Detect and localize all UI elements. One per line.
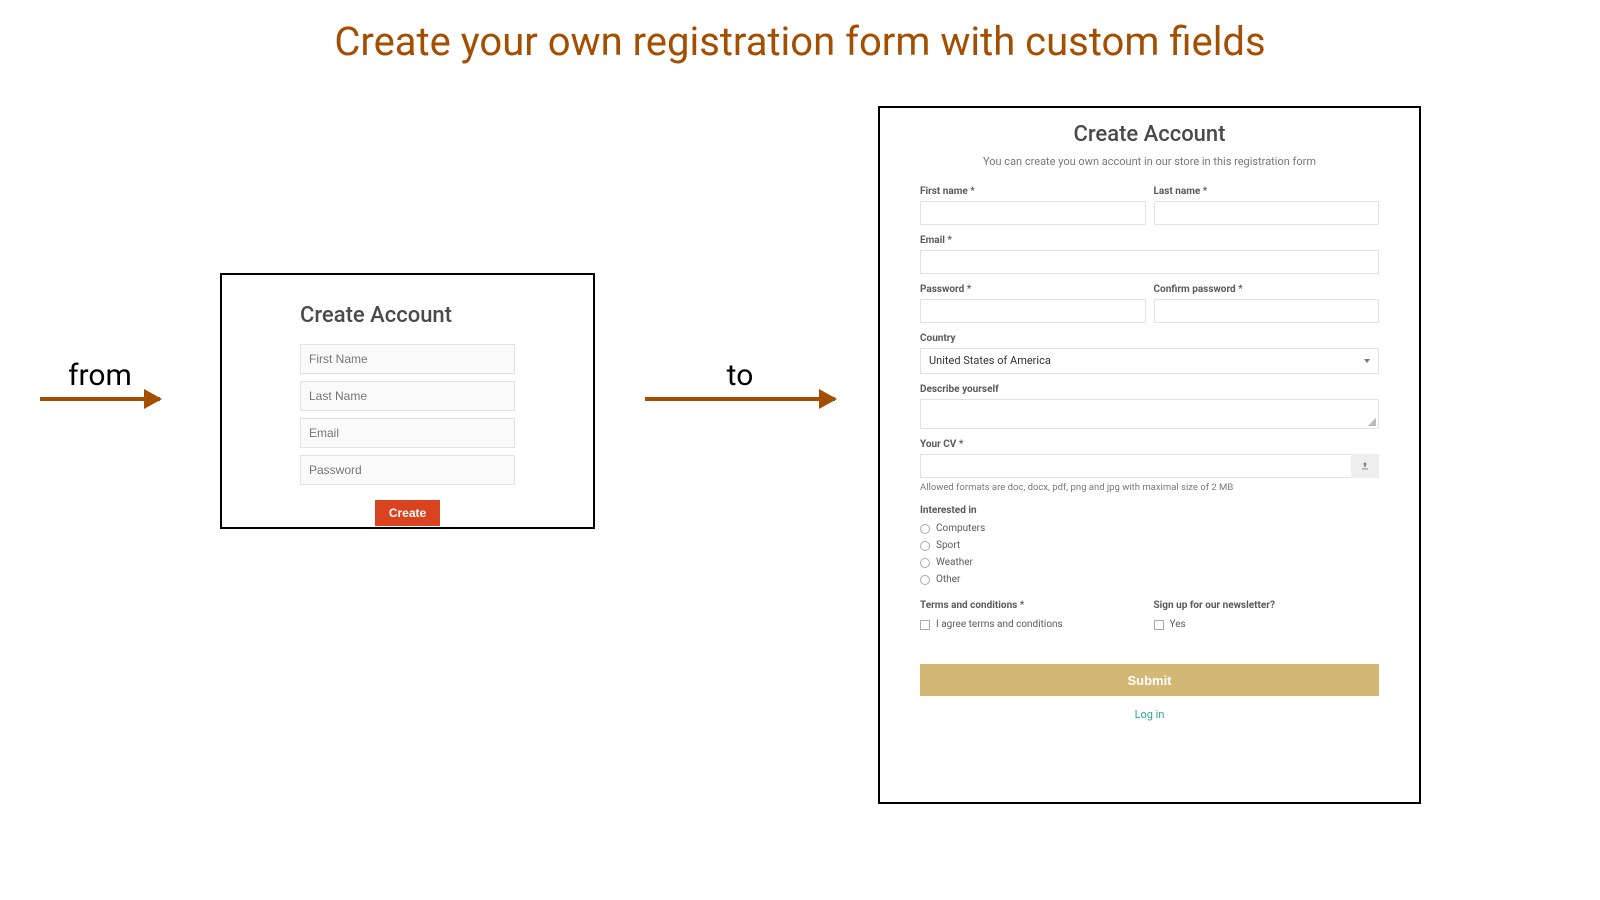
radio-item-weather[interactable]: Weather: [920, 554, 1379, 571]
radio-icon: [920, 558, 930, 568]
custom-form-subtitle: You can create you own account in our st…: [920, 155, 1379, 168]
arrow-right-icon: [40, 397, 160, 401]
submit-button[interactable]: Submit: [920, 664, 1379, 696]
country-label: Country: [920, 333, 1379, 344]
cv-hint: Allowed formats are doc, docx, pdf, png …: [920, 482, 1379, 493]
checkbox-icon: [920, 620, 930, 630]
arrow-to: to: [645, 358, 835, 401]
country-select[interactable]: United States of America: [920, 348, 1379, 374]
arrow-to-label: to: [645, 358, 835, 393]
simple-form-title: Create Account: [300, 303, 515, 328]
last-name-input[interactable]: [1154, 201, 1380, 225]
arrow-right-icon: [645, 397, 835, 401]
newsletter-label: Sign up for our newsletter?: [1154, 600, 1380, 611]
last-name-label: Last name *: [1154, 186, 1380, 197]
newsletter-checkbox-label: Yes: [1170, 619, 1186, 630]
radio-label: Sport: [936, 540, 960, 551]
password-label: Password *: [920, 284, 1146, 295]
radio-item-sport[interactable]: Sport: [920, 537, 1379, 554]
password-field[interactable]: [300, 455, 515, 485]
radio-label: Other: [936, 574, 960, 585]
terms-checkbox-label: I agree terms and conditions: [936, 619, 1063, 630]
login-link[interactable]: Log in: [920, 708, 1379, 721]
cv-label: Your CV *: [920, 439, 1379, 450]
radio-icon: [920, 524, 930, 534]
first-name-field[interactable]: [300, 344, 515, 374]
describe-label: Describe yourself: [920, 384, 1379, 395]
first-name-input[interactable]: [920, 201, 1146, 225]
describe-textarea[interactable]: [920, 399, 1379, 429]
email-field[interactable]: [300, 418, 515, 448]
terms-checkbox-row[interactable]: I agree terms and conditions: [920, 615, 1146, 630]
page-title: Create your own registration form with c…: [0, 18, 1600, 65]
confirm-password-input[interactable]: [1154, 299, 1380, 323]
confirm-password-label: Confirm password *: [1154, 284, 1380, 295]
radio-label: Weather: [936, 557, 973, 568]
cv-file-input[interactable]: [920, 454, 1379, 478]
email-input[interactable]: [920, 250, 1379, 274]
upload-button[interactable]: [1351, 454, 1379, 478]
radio-item-computers[interactable]: Computers: [920, 520, 1379, 537]
simple-form-panel: Create Account Create: [220, 273, 595, 529]
terms-label: Terms and conditions *: [920, 600, 1146, 611]
first-name-label: First name *: [920, 186, 1146, 197]
upload-icon: [1360, 461, 1370, 471]
interested-label: Interested in: [920, 505, 1379, 516]
country-value: United States of America: [929, 354, 1051, 367]
radio-icon: [920, 541, 930, 551]
radio-item-other[interactable]: Other: [920, 571, 1379, 588]
interested-radio-group: Computers Sport Weather Other: [920, 520, 1379, 588]
newsletter-checkbox-row[interactable]: Yes: [1154, 615, 1380, 630]
radio-label: Computers: [936, 523, 985, 534]
create-button[interactable]: Create: [375, 500, 440, 526]
password-input[interactable]: [920, 299, 1146, 323]
custom-form-panel: Create Account You can create you own ac…: [878, 106, 1421, 804]
checkbox-icon: [1154, 620, 1164, 630]
custom-form-title: Create Account: [920, 122, 1379, 147]
radio-icon: [920, 575, 930, 585]
arrow-from: from: [40, 358, 160, 401]
arrow-from-label: from: [40, 358, 160, 393]
email-label: Email *: [920, 235, 1379, 246]
last-name-field[interactable]: [300, 381, 515, 411]
